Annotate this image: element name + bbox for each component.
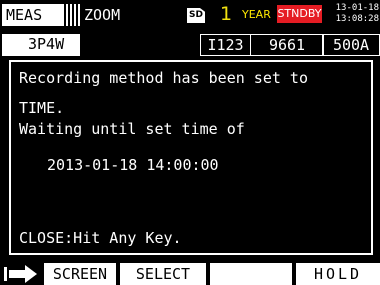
clock-date: 13-01-18 bbox=[335, 3, 379, 13]
wiring-mode: 3P4W bbox=[2, 34, 80, 56]
hold-key[interactable]: HOLD bbox=[296, 263, 380, 285]
current-range-value: 9661 bbox=[250, 34, 324, 56]
recording-period: YEAR bbox=[242, 8, 271, 21]
function-key-bar: SCREEN SELECT HOLD bbox=[0, 262, 380, 285]
clamp-sensor: 500A bbox=[322, 34, 380, 56]
select-key[interactable]: SELECT bbox=[120, 263, 206, 285]
screen-key[interactable]: SCREEN bbox=[44, 263, 116, 285]
message-dialog[interactable]: Recording method has been set to TIME. W… bbox=[9, 60, 373, 255]
message-line-1: Recording method has been set to bbox=[19, 69, 308, 87]
clock: 13-01-18 13:08:28 bbox=[331, 3, 379, 25]
current-range-label: I123 bbox=[200, 34, 250, 56]
tab-divider-icon bbox=[62, 4, 82, 26]
message-line-3: Waiting until set time of bbox=[19, 120, 245, 138]
sd-card-icon: SD bbox=[187, 8, 205, 23]
status-badge: STNDBY bbox=[277, 5, 322, 23]
message-line-2: TIME. bbox=[19, 99, 65, 117]
close-instruction: CLOSE:Hit Any Key. bbox=[19, 229, 182, 247]
status-bar: MEAS ZOOM SD 1 YEAR STNDBY 13-01-18 13:0… bbox=[0, 0, 380, 29]
meter-screen: MEAS ZOOM SD 1 YEAR STNDBY 13-01-18 13:0… bbox=[0, 0, 380, 285]
function-arrow-icon bbox=[4, 265, 37, 283]
scheduled-datetime: 2013-01-18 14:00:00 bbox=[47, 156, 219, 174]
settings-row: 3P4W I123 9661 500A bbox=[0, 30, 380, 58]
tab-zoom[interactable]: ZOOM bbox=[84, 4, 128, 26]
clock-time: 13:08:28 bbox=[335, 14, 379, 24]
blank-key[interactable] bbox=[210, 263, 292, 285]
tab-meas[interactable]: MEAS bbox=[2, 4, 62, 26]
file-number: 1 bbox=[220, 3, 233, 25]
